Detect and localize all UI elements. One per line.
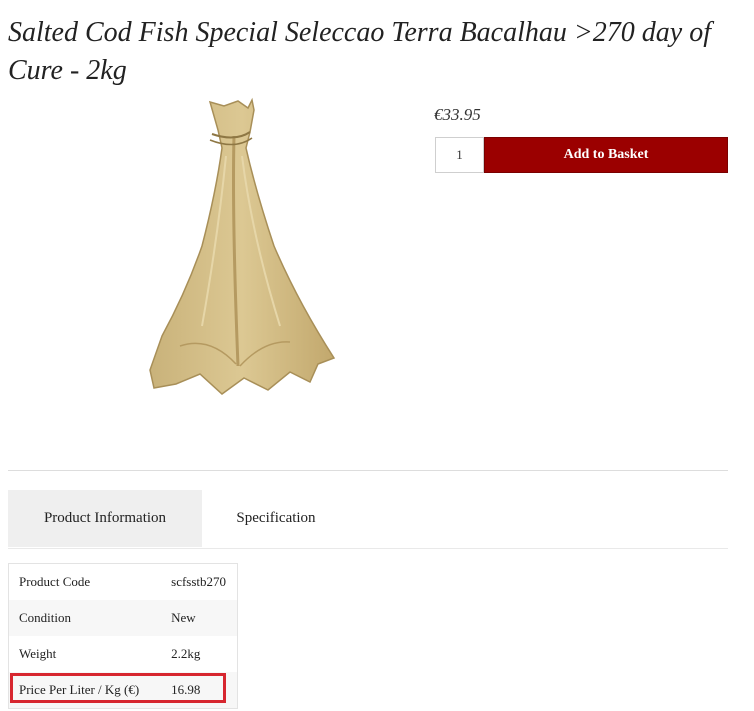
info-label: Condition bbox=[8, 600, 162, 636]
product-price: €33.95 bbox=[434, 105, 481, 124]
info-value: scfsstb270 bbox=[171, 574, 227, 589]
price-per-kg-highlight bbox=[10, 673, 226, 703]
product-image-salted-cod bbox=[140, 96, 345, 401]
section-divider bbox=[8, 470, 728, 471]
table-row: Product Code scfsstb270 bbox=[9, 564, 238, 601]
product-title: Salted Cod Fish Special Seleccao Terra B… bbox=[8, 17, 711, 86]
info-label: Weight bbox=[19, 646, 57, 661]
info-label: Product Code bbox=[19, 574, 91, 589]
quantity-input[interactable] bbox=[435, 137, 484, 173]
add-to-basket-button[interactable]: Add to Basket bbox=[484, 137, 728, 173]
info-value: 2.2kg bbox=[171, 646, 201, 661]
info-value: New bbox=[161, 600, 238, 636]
table-row: Weight 2.2kg bbox=[9, 636, 238, 672]
table-row: Condition New bbox=[8, 600, 238, 636]
tab-specification[interactable]: Specification bbox=[202, 490, 350, 547]
product-tabs: Product Information Specification bbox=[8, 490, 728, 549]
tab-product-information[interactable]: Product Information bbox=[8, 490, 202, 547]
